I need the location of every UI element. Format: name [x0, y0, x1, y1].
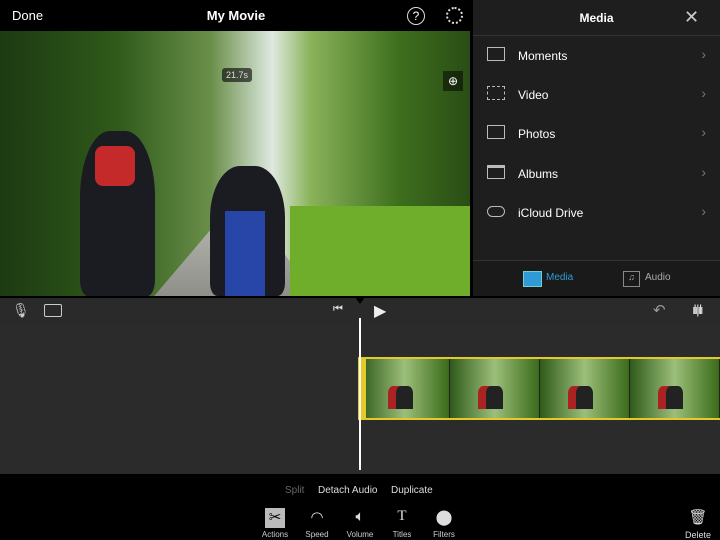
- tab-media[interactable]: Media: [546, 272, 573, 283]
- audio-waveform-icon[interactable]: ılı|ılı: [692, 302, 704, 317]
- tool-label: Volume: [346, 530, 374, 539]
- close-icon[interactable]: ✕: [684, 7, 699, 28]
- item-label: Moments: [518, 49, 568, 63]
- tool-actions[interactable]: ✂ Actions: [253, 508, 297, 539]
- microphone-icon[interactable]: 🎙︎: [12, 302, 30, 319]
- item-label: iCloud Drive: [518, 206, 584, 220]
- top-bar: Done My Movie ?: [0, 0, 472, 31]
- chevron-right-icon: ›: [701, 46, 706, 62]
- chevron-right-icon: ›: [701, 203, 706, 219]
- album-icon: [487, 165, 505, 179]
- grass: [290, 206, 470, 296]
- tool-label: Titles: [392, 530, 412, 539]
- text-t-icon: T: [397, 508, 407, 524]
- video-clip[interactable]: [358, 357, 720, 420]
- media-header: Media ✕: [473, 0, 720, 36]
- skip-to-start-icon[interactable]: ⏮: [333, 303, 343, 316]
- video-preview[interactable]: 21.7s ⊕: [0, 31, 470, 296]
- media-item-photos[interactable]: Photos ›: [473, 114, 720, 153]
- media-film-icon: [523, 271, 542, 287]
- playhead-marker: [354, 296, 366, 304]
- film-icon: [487, 86, 505, 100]
- moments-icon: [487, 47, 505, 61]
- tool-speed[interactable]: ◠ Speed: [295, 508, 339, 539]
- media-panel: Media ✕ Moments › Video › Photos › Albums › …: [473, 0, 720, 296]
- delete-label: Delete: [684, 530, 711, 540]
- zoom-icon[interactable]: ⊕: [443, 71, 463, 91]
- help-icon[interactable]: ?: [407, 7, 425, 25]
- bottom-toolbar: Split Detach Audio Duplicate ✂ Actions ◠ S…: [0, 474, 720, 540]
- clip-thumbnail: [360, 359, 450, 418]
- chevron-right-icon: ›: [701, 85, 706, 101]
- tool-filters[interactable]: ⬤ Filters: [422, 508, 466, 539]
- item-label: Albums: [518, 167, 559, 181]
- red-backpack: [95, 146, 135, 186]
- speaker-icon: 🔈︎: [355, 508, 365, 525]
- clip-thumbnail: [540, 359, 630, 418]
- camera-icon[interactable]: [44, 304, 62, 317]
- duplicate-button[interactable]: Duplicate: [391, 485, 433, 496]
- tool-label: Filters: [433, 530, 455, 539]
- undo-icon[interactable]: ↶: [653, 301, 666, 319]
- item-label: Video: [518, 88, 549, 102]
- delete-button[interactable]: 🗑︎ Delete: [676, 508, 720, 540]
- media-item-albums[interactable]: Albums ›: [473, 154, 720, 193]
- filters-circles-icon: ⬤: [435, 509, 453, 526]
- cyclist-legs: [225, 211, 265, 296]
- media-item-icloud-drive[interactable]: iCloud Drive ›: [473, 193, 720, 232]
- speedometer-icon: ◠: [310, 509, 324, 526]
- chevron-right-icon: ›: [701, 124, 706, 140]
- media-title: Media: [579, 11, 614, 25]
- play-icon[interactable]: ▶: [374, 301, 386, 321]
- media-tabs: Media ♫ Audio: [473, 260, 720, 296]
- music-note-icon: ♫: [623, 271, 640, 287]
- scissors-icon: ✂: [265, 508, 285, 528]
- tab-audio[interactable]: Audio: [645, 272, 671, 283]
- tool-titles[interactable]: T Titles: [380, 508, 424, 539]
- detach-audio-button[interactable]: Detach Audio: [318, 485, 378, 496]
- media-item-video[interactable]: Video ›: [473, 75, 720, 114]
- item-label: Photos: [518, 127, 556, 141]
- tool-label: Actions: [261, 530, 289, 539]
- clip-thumbnail: [630, 359, 720, 418]
- split-button[interactable]: Split: [285, 485, 304, 496]
- cloud-icon: [487, 206, 505, 217]
- photo-icon: [487, 125, 505, 139]
- playhead[interactable]: [359, 318, 361, 470]
- settings-gear-icon[interactable]: [446, 7, 463, 24]
- tool-label: Speed: [305, 530, 329, 539]
- tool-volume[interactable]: 🔈︎ Volume: [338, 508, 382, 539]
- trash-icon: 🗑︎: [688, 509, 708, 526]
- media-item-moments[interactable]: Moments ›: [473, 36, 720, 75]
- clip-thumbnail: [450, 359, 540, 418]
- project-title: My Movie: [206, 8, 266, 23]
- chevron-right-icon: ›: [701, 164, 706, 180]
- clip-duration-badge: 21.7s: [222, 68, 253, 82]
